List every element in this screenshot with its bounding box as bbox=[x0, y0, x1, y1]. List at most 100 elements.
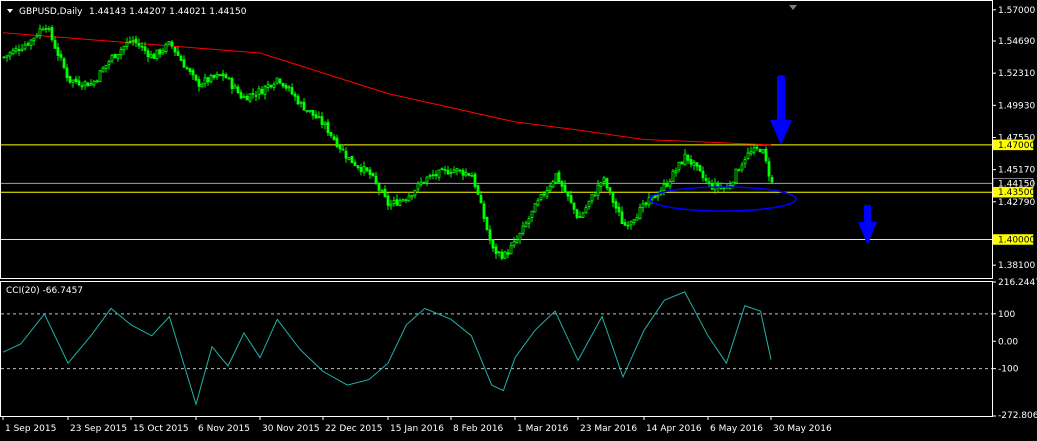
candle bbox=[158, 48, 162, 59]
price-tick-label: 1.52310 bbox=[998, 69, 1035, 79]
candle bbox=[86, 82, 90, 87]
candle-body bbox=[113, 53, 117, 59]
candle-body bbox=[107, 61, 111, 66]
candle bbox=[623, 218, 627, 226]
candle bbox=[692, 159, 696, 171]
candle-body bbox=[485, 216, 489, 230]
candle-body bbox=[143, 46, 147, 51]
candle bbox=[83, 80, 87, 90]
time-tick-label: 14 Apr 2016 bbox=[646, 424, 702, 434]
cci-label: CCI(20) -66.7457 bbox=[6, 286, 83, 296]
candle bbox=[104, 64, 108, 73]
candle bbox=[644, 201, 648, 208]
candle bbox=[44, 24, 48, 33]
candle-body bbox=[212, 74, 216, 79]
candle bbox=[278, 78, 282, 85]
candle bbox=[221, 69, 225, 81]
candle bbox=[611, 191, 615, 208]
candle-body bbox=[146, 50, 150, 58]
candle-body bbox=[401, 199, 405, 202]
candle-body bbox=[527, 218, 531, 224]
candle-body bbox=[83, 81, 87, 86]
candle bbox=[419, 177, 423, 188]
candle bbox=[602, 175, 606, 187]
candle-body bbox=[293, 93, 297, 97]
candle-body bbox=[275, 77, 279, 84]
candle-body bbox=[701, 170, 705, 179]
candle bbox=[698, 164, 702, 172]
candle-body bbox=[17, 49, 21, 51]
candle bbox=[245, 93, 249, 101]
candle bbox=[455, 167, 459, 176]
candle-body bbox=[398, 199, 402, 206]
candle bbox=[164, 42, 168, 54]
trading-chart[interactable]: 1.570001.546901.523101.499301.475501.451… bbox=[0, 0, 1037, 441]
candle-body bbox=[377, 183, 381, 191]
shift-marker-triangle-icon[interactable] bbox=[789, 5, 797, 10]
candle-body bbox=[752, 147, 756, 153]
candle bbox=[524, 220, 528, 228]
candle bbox=[575, 208, 579, 220]
candle bbox=[509, 242, 513, 255]
candle-body bbox=[248, 93, 252, 102]
candle-body bbox=[260, 88, 264, 95]
candle-body bbox=[452, 169, 456, 173]
candle bbox=[389, 199, 393, 210]
candle bbox=[494, 243, 498, 259]
candle bbox=[185, 66, 189, 70]
candle-body bbox=[416, 182, 420, 190]
candle bbox=[422, 181, 426, 184]
candle-body bbox=[482, 203, 486, 219]
candle bbox=[257, 85, 261, 100]
candle-body bbox=[233, 85, 237, 89]
candle bbox=[677, 161, 681, 173]
candle-body bbox=[128, 40, 132, 43]
candle-body bbox=[674, 170, 678, 173]
candle bbox=[149, 50, 153, 59]
cci-panel-frame bbox=[0, 281, 993, 417]
candle-body bbox=[596, 184, 600, 196]
candle-body bbox=[167, 41, 171, 45]
candle bbox=[662, 179, 666, 196]
candle-body bbox=[119, 49, 123, 56]
candle bbox=[308, 110, 312, 114]
candle bbox=[416, 181, 420, 192]
time-tick-label: 1 Mar 2016 bbox=[517, 424, 569, 434]
candle-body bbox=[587, 200, 591, 207]
symbol-menu-triangle-icon[interactable] bbox=[7, 9, 13, 13]
price-tick-label: 1.49930 bbox=[998, 101, 1035, 111]
price-tick-label: 1.38100 bbox=[998, 261, 1035, 271]
candle bbox=[467, 172, 471, 177]
candle-body bbox=[746, 152, 750, 159]
candle-body bbox=[5, 55, 9, 58]
time-axis: 1 Sep 2015 23 Sep 2015 15 Oct 2015 6 Nov 20… bbox=[2, 416, 832, 434]
candle bbox=[56, 42, 60, 61]
candle bbox=[701, 166, 705, 182]
candle-body bbox=[602, 177, 606, 183]
price-tag: 1.40000 bbox=[992, 234, 1035, 245]
candle bbox=[608, 186, 612, 196]
candle bbox=[26, 41, 30, 47]
candle-body bbox=[500, 251, 504, 259]
time-tick-label: 22 Dec 2015 bbox=[325, 424, 383, 434]
candle bbox=[392, 196, 396, 207]
candle bbox=[182, 55, 186, 68]
candle-body bbox=[164, 43, 168, 53]
candle-body bbox=[287, 86, 291, 89]
candle bbox=[35, 32, 39, 39]
candle bbox=[68, 75, 72, 85]
horizontal-lines bbox=[1, 144, 992, 240]
candle-body bbox=[389, 203, 393, 207]
candle bbox=[362, 161, 366, 176]
candle bbox=[98, 69, 102, 83]
candle bbox=[341, 144, 345, 151]
candle bbox=[287, 85, 291, 92]
candle bbox=[740, 162, 744, 173]
candle-body bbox=[50, 27, 54, 41]
candle-body bbox=[2, 56, 6, 59]
candle-body bbox=[563, 184, 567, 193]
candle bbox=[200, 82, 204, 88]
candle bbox=[614, 198, 618, 214]
candle-body bbox=[731, 181, 735, 187]
candle-body bbox=[644, 202, 648, 205]
